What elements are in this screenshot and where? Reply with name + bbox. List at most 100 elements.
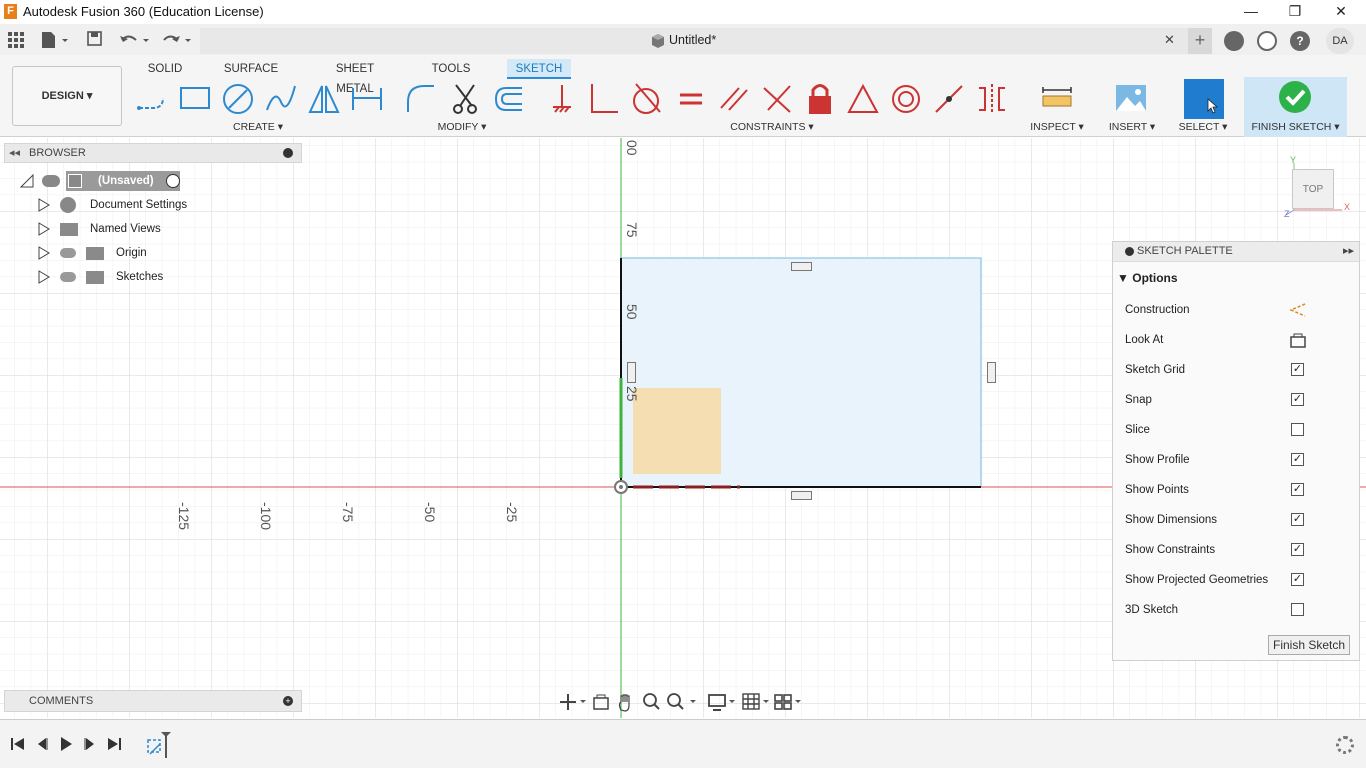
visibility-eye-icon[interactable] — [60, 272, 76, 282]
expand-arrow-icon[interactable] — [38, 246, 50, 260]
mirror-tool-icon[interactable] — [307, 82, 341, 116]
palette-option-row[interactable]: Show Profile ✓ — [1125, 450, 1355, 480]
palette-option-row[interactable]: Look At — [1125, 330, 1355, 360]
palette-option-row[interactable]: Sketch Grid ✓ — [1125, 360, 1355, 390]
expand-arrow-icon[interactable] — [38, 198, 50, 212]
palette-checkbox[interactable]: ✓ — [1291, 483, 1304, 496]
display-settings-icon[interactable] — [708, 692, 738, 712]
select-menu[interactable]: SELECT ▾ — [1172, 121, 1234, 133]
midpoint-triangle-icon[interactable] — [846, 82, 880, 116]
job-status-clock-icon[interactable] — [1257, 31, 1277, 51]
tab-solid[interactable]: SOLID — [142, 59, 188, 79]
palette-checkbox[interactable]: ✓ — [1291, 363, 1304, 376]
dimension-tool-icon[interactable] — [350, 82, 384, 116]
user-avatar[interactable]: DA — [1326, 28, 1354, 54]
concentric-constraint-icon[interactable] — [889, 82, 923, 116]
new-tab-plus-icon[interactable]: + — [1188, 28, 1212, 54]
expand-arrow-icon[interactable] — [38, 222, 50, 236]
equal-constraint-icon[interactable] — [674, 82, 708, 116]
tab-sheet-metal[interactable]: SHEET METAL — [316, 59, 394, 95]
create-menu[interactable]: CREATE ▾ — [225, 121, 291, 133]
palette-option-row[interactable]: Slice — [1125, 420, 1355, 450]
palette-option-row[interactable]: 3D Sketch — [1125, 600, 1355, 630]
orbit-icon[interactable] — [558, 692, 588, 712]
timeline-sketch-feature-icon[interactable] — [146, 732, 174, 758]
minimize-button[interactable]: — — [1228, 0, 1274, 24]
next-step-icon[interactable] — [82, 736, 98, 752]
tree-item-named-views[interactable]: Named Views — [18, 219, 198, 239]
undo-icon[interactable] — [118, 30, 152, 50]
expand-collapse-icon[interactable] — [20, 174, 34, 188]
palette-option-row[interactable]: Snap ✓ — [1125, 390, 1355, 420]
rectangle-tool-icon[interactable] — [178, 82, 212, 116]
tree-item-sketches[interactable]: Sketches — [18, 267, 198, 287]
palette-checkbox[interactable]: ✓ — [1291, 513, 1304, 526]
palette-checkbox[interactable]: ✓ — [1291, 453, 1304, 466]
extensions-icon[interactable] — [1224, 31, 1244, 51]
tab-tools[interactable]: TOOLS — [428, 59, 474, 79]
coincident-constraint-icon[interactable] — [760, 82, 794, 116]
zoom-window-icon[interactable] — [666, 692, 698, 712]
collapse-browser-icon[interactable]: ◂◂ — [9, 146, 20, 159]
expand-palette-icon[interactable]: ▸▸ — [1343, 244, 1354, 257]
play-icon[interactable] — [58, 736, 74, 752]
look-at-icon[interactable] — [592, 692, 610, 712]
save-icon[interactable] — [86, 30, 104, 50]
fillet-tool-icon[interactable] — [404, 82, 438, 116]
tree-root-unsaved[interactable]: (Unsaved) — [18, 171, 188, 191]
perpendicular-constraint-icon[interactable] — [588, 82, 622, 116]
active-component-radio-icon[interactable] — [166, 174, 180, 188]
parallel-constraint-icon[interactable] — [717, 82, 751, 116]
close-window-button[interactable]: ✕ — [1318, 0, 1364, 24]
viewcube-face-top[interactable]: TOP — [1292, 169, 1334, 209]
browser-panel-header[interactable]: ◂◂ BROWSER — [4, 143, 302, 163]
comments-panel[interactable]: COMMENTS + — [4, 690, 302, 712]
collinear-constraint-icon[interactable] — [932, 82, 966, 116]
palette-checkbox[interactable]: ✓ — [1291, 543, 1304, 556]
palette-option-row[interactable]: Show Points ✓ — [1125, 480, 1355, 510]
add-comment-icon[interactable]: + — [283, 696, 293, 706]
go-to-start-icon[interactable] — [10, 736, 26, 752]
palette-checkbox[interactable]: ✓ — [1291, 573, 1304, 586]
palette-collapse-icon[interactable] — [1125, 247, 1134, 256]
timeline-settings-gear-icon[interactable] — [1336, 736, 1354, 754]
pan-hand-icon[interactable] — [617, 692, 635, 712]
modify-menu[interactable]: MODIFY ▾ — [430, 121, 494, 133]
tree-item-document-settings[interactable]: Document Settings — [18, 195, 198, 215]
sketch-palette-header[interactable]: SKETCH PALETTE ▸▸ — [1113, 242, 1359, 262]
constraints-menu[interactable]: CONSTRAINTS ▾ — [712, 121, 832, 133]
insert-image-icon[interactable] — [1114, 82, 1148, 116]
select-tool-icon[interactable] — [1184, 79, 1224, 119]
grid-snaps-icon[interactable] — [742, 692, 772, 712]
tangent-constraint-icon[interactable] — [630, 82, 664, 116]
zoom-icon[interactable] — [642, 692, 660, 712]
trim-scissors-icon[interactable] — [450, 82, 484, 116]
visibility-eye-icon[interactable] — [60, 248, 76, 258]
symmetry-constraint-icon[interactable] — [975, 82, 1009, 116]
redo-icon[interactable] — [160, 30, 194, 50]
fix-constraint-icon[interactable] — [545, 82, 579, 116]
spline-tool-icon[interactable] — [264, 82, 298, 116]
lock-constraint-icon[interactable] — [803, 82, 837, 116]
visibility-eye-icon[interactable] — [42, 175, 60, 187]
insert-menu[interactable]: INSERT ▾ — [1102, 121, 1162, 133]
expand-arrow-icon[interactable] — [38, 270, 50, 284]
tab-surface[interactable]: SURFACE — [220, 59, 282, 79]
file-menu-icon[interactable] — [40, 30, 70, 50]
browser-minimize-icon[interactable] — [283, 148, 293, 158]
palette-option-row[interactable]: Show Constraints ✓ — [1125, 540, 1355, 570]
inspect-menu[interactable]: INSPECT ▾ — [1024, 121, 1090, 133]
palette-checkbox[interactable] — [1291, 603, 1304, 616]
measure-ruler-icon[interactable] — [1040, 82, 1074, 116]
offset-tool-icon[interactable] — [492, 82, 526, 116]
palette-checkbox[interactable]: ✓ — [1291, 393, 1304, 406]
palette-checkbox[interactable] — [1291, 423, 1304, 436]
data-panel-grid-icon[interactable] — [8, 32, 24, 48]
circle-tool-icon[interactable] — [221, 82, 255, 116]
options-section-header[interactable]: ▼ Options — [1117, 271, 1178, 285]
line-tool-icon[interactable] — [136, 82, 170, 116]
previous-step-icon[interactable] — [34, 736, 50, 752]
tab-sketch[interactable]: SKETCH — [507, 59, 571, 79]
viewports-icon[interactable] — [774, 692, 804, 712]
palette-option-row[interactable]: Construction — [1125, 300, 1355, 330]
